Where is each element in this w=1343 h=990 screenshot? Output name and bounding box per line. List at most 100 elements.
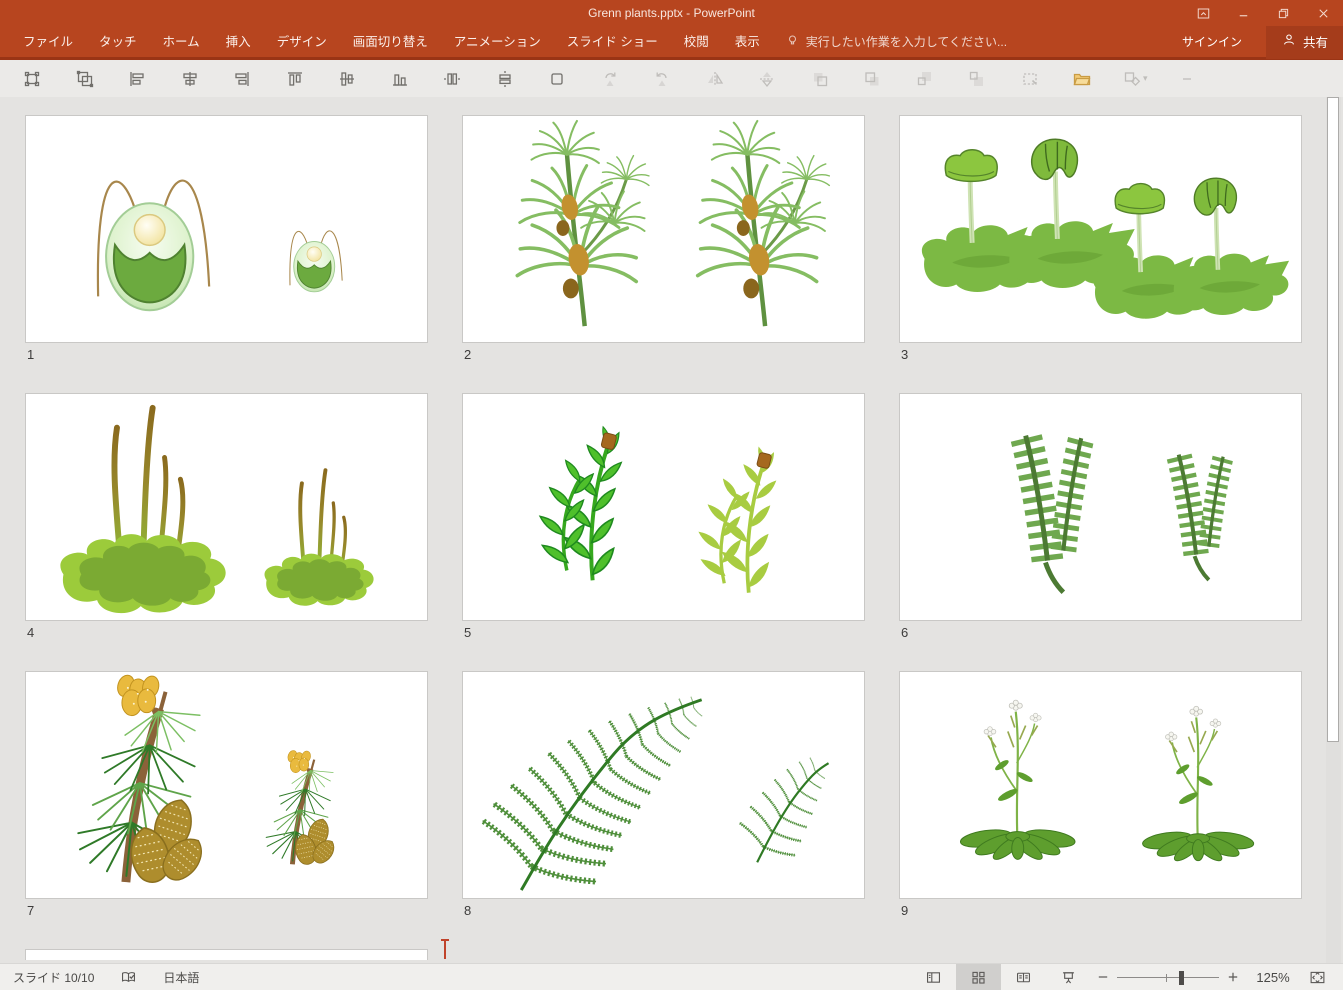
toolbar-bring-to-front-button [899, 64, 952, 94]
zoom-out-button[interactable] [1091, 964, 1115, 990]
language-indicator[interactable]: 日本語 [163, 969, 199, 986]
maximize-button[interactable] [1263, 0, 1303, 26]
toolbar-send-backward-button [846, 64, 899, 94]
share-button[interactable]: 共有 [1266, 25, 1343, 59]
ribbon-tabs: ファイルタッチホーム挿入デザイン画面切り替えアニメーションスライド ショー校閲表… [10, 25, 773, 59]
toolbar-rotate-right-button [584, 64, 637, 94]
toolbar-group-objects-button[interactable] [59, 64, 112, 94]
sorter-view-button[interactable] [956, 964, 1001, 990]
slideshow-view-button[interactable] [1046, 964, 1091, 990]
status-left: スライド 10/10 日本語 [0, 969, 199, 986]
toolbar-size-position-button[interactable] [6, 64, 59, 94]
slide-cell: 2 [462, 115, 865, 393]
ribbon-tab-slideshow[interactable]: スライド ショー [554, 25, 671, 59]
slide-number: 4 [25, 625, 428, 640]
ribbon-right: サインイン 共有 [1158, 25, 1343, 59]
view-switcher [911, 964, 1091, 990]
status-bar: スライド 10/10 日本語 125% [0, 963, 1343, 990]
slide-cell: 4 [25, 393, 428, 671]
slide-counter[interactable]: スライド 10/10 [13, 969, 94, 986]
toolbar-distribute-vertical-button[interactable] [479, 64, 532, 94]
vertical-scrollbar[interactable] [1326, 97, 1341, 963]
close-button[interactable] [1303, 0, 1343, 26]
tell-me-label: 実行したい作業を入力してください... [806, 33, 1007, 50]
slide-number: 7 [25, 903, 428, 918]
share-label: 共有 [1303, 32, 1328, 51]
slide-number: 3 [899, 347, 1302, 362]
slide-thumbnail-2-stonewort[interactable] [462, 115, 865, 343]
scrollbar-thumb[interactable] [1327, 97, 1339, 742]
toolbar-align-center-button[interactable] [164, 64, 217, 94]
slide-thumbnail-10-partial[interactable] [25, 949, 428, 960]
toolbar-shape-button[interactable] [531, 64, 584, 94]
tell-me-box[interactable]: 実行したい作業を入力してください... [785, 33, 1007, 51]
zoom-level[interactable]: 125% [1245, 970, 1301, 985]
slide-thumbnail-3-liverwort[interactable] [899, 115, 1302, 343]
slide-cell: 7 [25, 671, 428, 949]
toolbar-align-right-button[interactable] [216, 64, 269, 94]
ribbon-tab-home[interactable]: ホーム [150, 25, 213, 59]
slide-number: 2 [462, 347, 865, 362]
slide-thumbnail-6-clubmoss[interactable] [899, 393, 1302, 621]
toolbar-send-to-back-button [951, 64, 1004, 94]
minimize-button[interactable] [1223, 0, 1263, 26]
spellcheck-icon[interactable] [120, 969, 137, 986]
toolbar-more-button [1161, 64, 1214, 94]
slide-number: 6 [899, 625, 1302, 640]
toolbar-align-bottom-button[interactable] [374, 64, 427, 94]
reading-view-button[interactable] [1001, 964, 1046, 990]
slide-cell: 6 [899, 393, 1302, 671]
toolbar-bring-forward-button [794, 64, 847, 94]
toolbar-flip-horizontal-button [689, 64, 742, 94]
slide-thumbnail-1-green-algae[interactable] [25, 115, 428, 343]
slide-cell: 5 [462, 393, 865, 671]
zoom-slider-track [1117, 977, 1219, 979]
normal-view-button[interactable] [911, 964, 956, 990]
ribbon-tab-design[interactable]: デザイン [264, 25, 340, 59]
ribbon-display-options-button[interactable] [1183, 0, 1223, 26]
zoom-slider[interactable] [1115, 964, 1221, 990]
toolbar-open-folder-button[interactable] [1056, 64, 1109, 94]
slide-cell: 9 [899, 671, 1302, 949]
lightbulb-icon [785, 33, 800, 51]
slide-thumbnail-9-flowering-plant[interactable] [899, 671, 1302, 899]
slide-thumbnail-5-leafy-moss[interactable] [462, 393, 865, 621]
ribbon-tab-insert[interactable]: 挿入 [213, 25, 264, 59]
toolbar-selection-outline-button [1004, 64, 1057, 94]
window-controls [1183, 0, 1343, 26]
toolbar-distribute-horizontal-button[interactable] [426, 64, 479, 94]
status-right: 125% [911, 964, 1343, 990]
ribbon-tab-file[interactable]: ファイル [10, 25, 86, 59]
toolbar-align-left-button[interactable] [111, 64, 164, 94]
ribbon-tab-review[interactable]: 校閲 [671, 25, 722, 59]
titlebar[interactable]: Grenn plants.pptx - PowerPoint [0, 0, 1343, 26]
toolbar-align-top-button[interactable] [269, 64, 322, 94]
sign-in-button[interactable]: サインイン [1158, 33, 1266, 50]
zoom-slider-tick [1166, 974, 1168, 982]
slide-number: 1 [25, 347, 428, 362]
quick-access-toolbar: ▾ [0, 60, 1343, 97]
ribbon-tab-animations[interactable]: アニメーション [441, 25, 554, 59]
zoom-in-button[interactable] [1221, 964, 1245, 990]
ribbon-tab-transitions[interactable]: 画面切り替え [340, 25, 441, 59]
slide-cell: 8 [462, 671, 865, 949]
toolbar-merge-shapes-button: ▾ [1109, 64, 1162, 94]
window-title: Grenn plants.pptx - PowerPoint [0, 0, 1343, 26]
slide-number: 8 [462, 903, 865, 918]
toolbar-flip-vertical-button [741, 64, 794, 94]
slide-number: 9 [899, 903, 1302, 918]
slide-thumbnail-8-fern[interactable] [462, 671, 865, 899]
slide-sorter-workspace: 1 2 3 [0, 97, 1343, 963]
slide-cell: 1 [25, 115, 428, 393]
zoom-slider-knob[interactable] [1179, 971, 1184, 985]
ribbon-tab-touch[interactable]: タッチ [86, 25, 150, 59]
fit-slide-to-window-button[interactable] [1301, 964, 1333, 990]
person-icon [1281, 32, 1297, 51]
slide-thumbnail-7-pine-cones[interactable] [25, 671, 428, 899]
toolbar-rotate-left-button [636, 64, 689, 94]
toolbar-align-middle-button[interactable] [321, 64, 374, 94]
slide-number: 5 [462, 625, 865, 640]
insertion-point [444, 939, 446, 959]
ribbon-tab-view[interactable]: 表示 [722, 25, 773, 59]
slide-thumbnail-4-moss-clump[interactable] [25, 393, 428, 621]
